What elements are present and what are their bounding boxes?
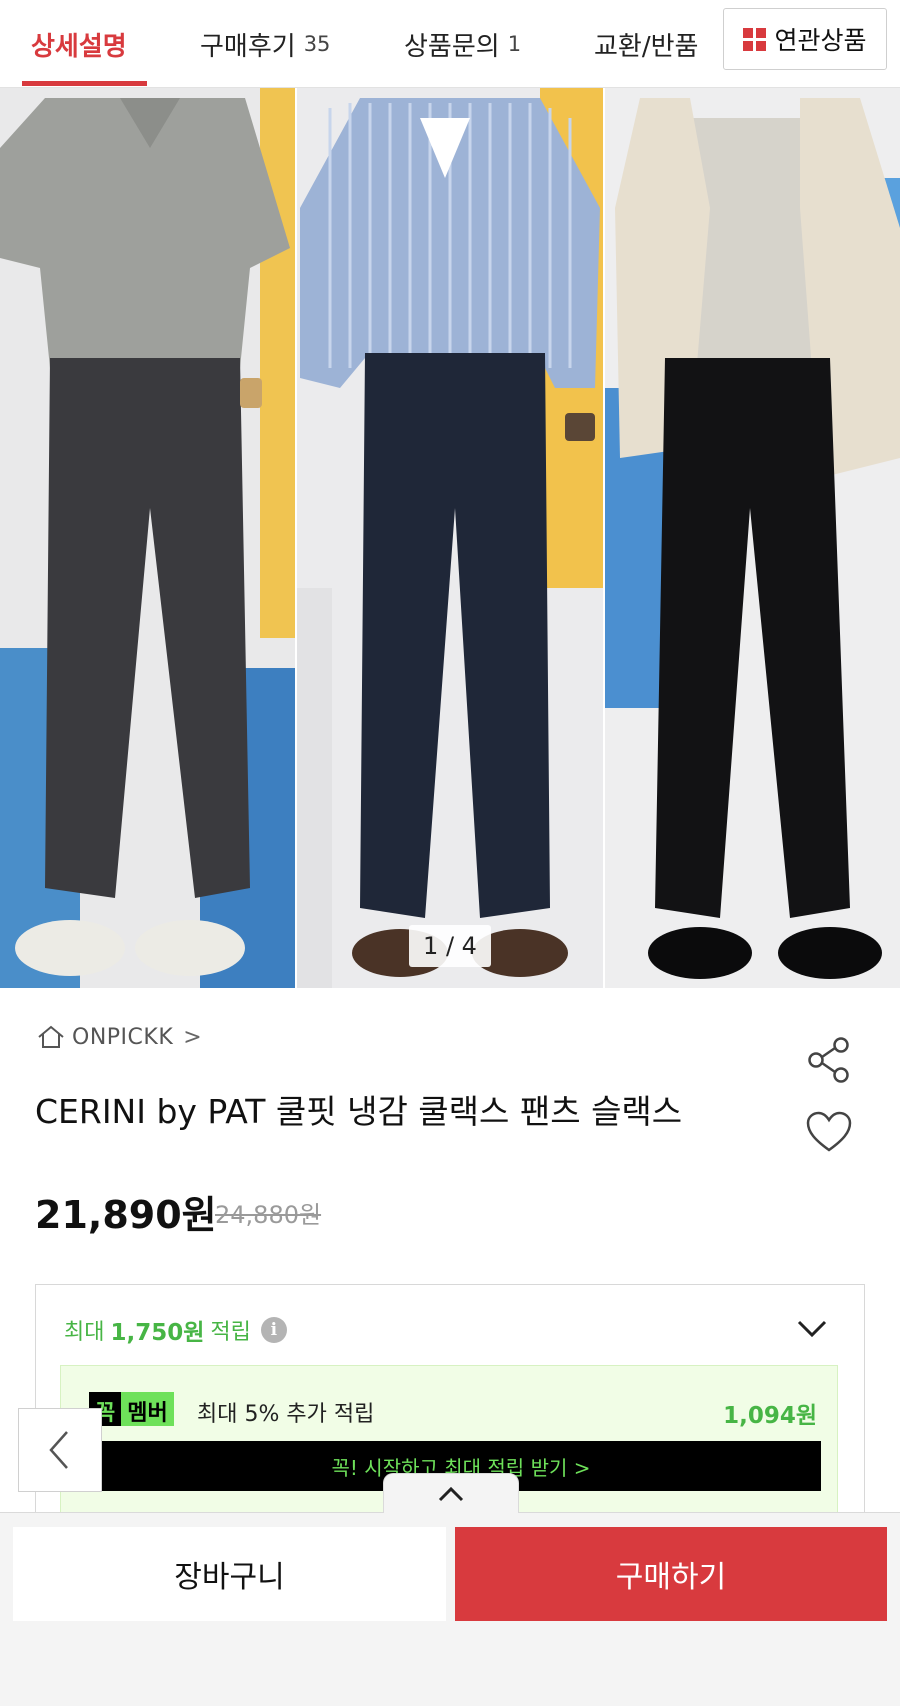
gallery-page-indicator: 1 / 4	[409, 925, 491, 967]
home-icon	[38, 1025, 64, 1048]
tab-reviews[interactable]: 구매후기 35	[200, 0, 330, 88]
back-button[interactable]	[18, 1408, 102, 1492]
tab-exchange-label: 교환/반품	[594, 31, 699, 62]
chevron-right-icon: >	[183, 1024, 203, 1050]
brand-link[interactable]: ONPICKK >	[36, 1024, 202, 1050]
heart-icon	[806, 1111, 852, 1152]
expand-options-handle[interactable]	[383, 1473, 519, 1513]
tab-inquiry[interactable]: 상품문의 1	[404, 0, 521, 88]
chevron-left-icon	[49, 1431, 68, 1469]
points-suffix: 적립	[210, 1320, 251, 1345]
tab-detail[interactable]: 상세설명	[31, 0, 127, 88]
grid-icon	[743, 27, 767, 51]
wishlist-button[interactable]	[805, 1110, 853, 1154]
points-prefix: 최대	[64, 1320, 105, 1345]
share-icon	[808, 1037, 849, 1083]
related-products-button[interactable]: 연관상품	[723, 8, 887, 70]
tab-detail-label: 상세설명	[31, 31, 127, 62]
tab-reviews-count: 35	[303, 32, 331, 56]
chevron-up-icon	[438, 1486, 464, 1501]
member-benefit-text: 최대 5% 추가 적립	[197, 1402, 375, 1427]
product-image[interactable]	[0, 88, 900, 988]
points-toggle[interactable]	[794, 1313, 830, 1343]
buy-now-button[interactable]: 구매하기	[455, 1527, 887, 1621]
tab-bar: 상세설명 구매후기 35 상품문의 1 교환/반품 연관상품	[0, 0, 900, 88]
related-products-label: 연관상품	[774, 26, 867, 55]
product-title: CERINI by PAT 쿨핏 냉감 쿨랙스 팬츠 슬랙스	[35, 1092, 683, 1131]
add-to-cart-button[interactable]: 장바구니	[13, 1527, 446, 1621]
sale-price: 21,890원	[35, 1193, 217, 1237]
bottom-action-bar: 장바구니 구매하기	[0, 1512, 900, 1706]
original-price: 24,880원	[215, 1201, 322, 1229]
tab-reviews-label: 구매후기	[200, 31, 296, 62]
product-photo-illustration	[0, 88, 900, 988]
info-icon[interactable]: i	[260, 1317, 287, 1343]
active-tab-indicator	[22, 81, 147, 86]
tab-inquiry-label: 상품문의	[404, 31, 500, 62]
tab-exchange-return[interactable]: 교환/반품	[594, 0, 698, 88]
points-summary[interactable]: 최대 1,750원 적립 i	[64, 1313, 287, 1347]
chevron-down-icon	[797, 1320, 827, 1338]
share-button[interactable]	[806, 1036, 852, 1084]
brand-name: ONPICKK	[72, 1024, 174, 1050]
member-badge-part2: 멤버	[121, 1392, 174, 1426]
points-amount: 1,750원	[110, 1320, 205, 1346]
member-benefit-amount: 1,094원	[723, 1403, 817, 1429]
tab-inquiry-count: 1	[507, 32, 522, 56]
